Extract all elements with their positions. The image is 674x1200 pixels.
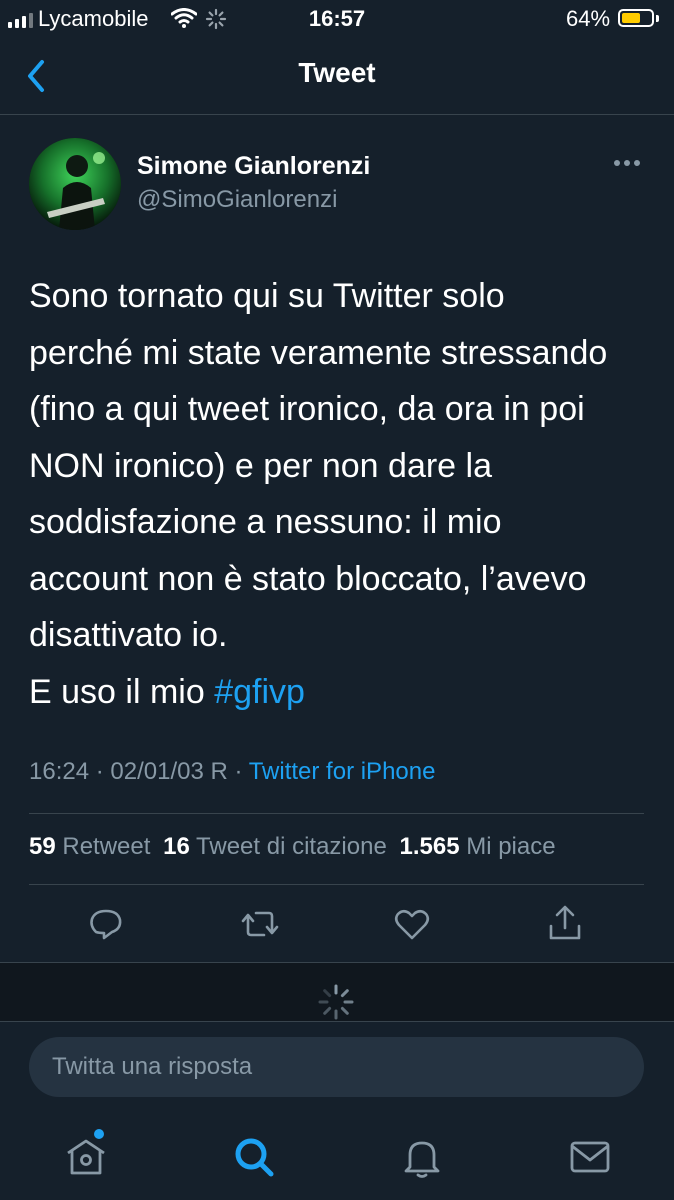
battery-icon [618,9,654,27]
notification-dot [94,1129,104,1139]
tweet-line: perché mi state veramente stressando [29,333,608,372]
search-icon[interactable] [230,1133,278,1181]
hashtag-link[interactable]: #gfivp [214,673,305,711]
tweet-line: E uso il mio [29,672,215,711]
tweet-source-link[interactable]: Twitter for iPhone [249,758,436,785]
tweet-line: soddisfazione a nessuno: il mio [29,503,502,541]
retweets-stat[interactable]: 59 Retweet [29,833,150,860]
retweets-count: 59 [29,833,56,860]
battery-level [622,13,640,23]
tweet-text: Sono tornato qui su Twitter solo perché … [29,268,654,720]
reply-icon[interactable] [84,902,128,946]
tweet-line: disattivato io. [29,616,228,654]
tweet-timestamp: 16:24 · 02/01/03 R · [29,758,249,785]
messages-icon[interactable] [566,1133,614,1181]
stats-divider [29,884,644,885]
battery-tip [656,15,659,22]
retweet-icon[interactable] [238,902,282,946]
retweets-label: Retweet [55,833,151,860]
band-divider-bottom [0,1021,674,1022]
tweet-meta: 16:24 · 02/01/03 R · Twitter for iPhone [29,758,435,786]
quotes-label: Tweet di citazione [189,833,387,860]
quotes-count: 16 [163,833,190,860]
author-name[interactable]: Simone Gianlorenzi [137,152,370,181]
avatar[interactable] [29,138,121,230]
header-divider [0,114,674,115]
tweet-line: account non è stato bloccato, l’avevo [29,559,587,598]
page-title: Tweet [298,57,376,88]
quotes-stat[interactable]: 16 Tweet di citazione [163,833,387,860]
notifications-icon[interactable] [398,1133,446,1181]
reply-placeholder: Twitta una risposta [52,1053,253,1080]
author-handle[interactable]: @SimoGianlorenzi [137,186,337,214]
home-icon[interactable] [62,1133,110,1181]
likes-stat[interactable]: 1.565 Mi piace [399,833,555,860]
tweet-line-last: E uso il mio #gfivp [29,664,654,721]
share-icon[interactable] [543,902,587,946]
battery-percent: 64% [566,6,611,31]
like-icon[interactable] [390,902,434,946]
status-bar: Lycamobile 16:57 64% [0,0,674,40]
meta-divider [29,813,644,814]
tweet-stats: 59 Retweet 16 Tweet di citazione 1.565 M… [29,833,556,861]
tweet-line: (fino a qui tweet ironico, da ora in poi [29,390,585,428]
likes-label: Mi piace [459,833,556,860]
ellipsis-icon[interactable] [614,160,640,166]
tweet-line: Sono tornato qui su Twitter solo [29,277,505,315]
likes-count: 1.565 [399,833,460,860]
tweet-line: NON ironico) e per non dare la [29,446,493,485]
